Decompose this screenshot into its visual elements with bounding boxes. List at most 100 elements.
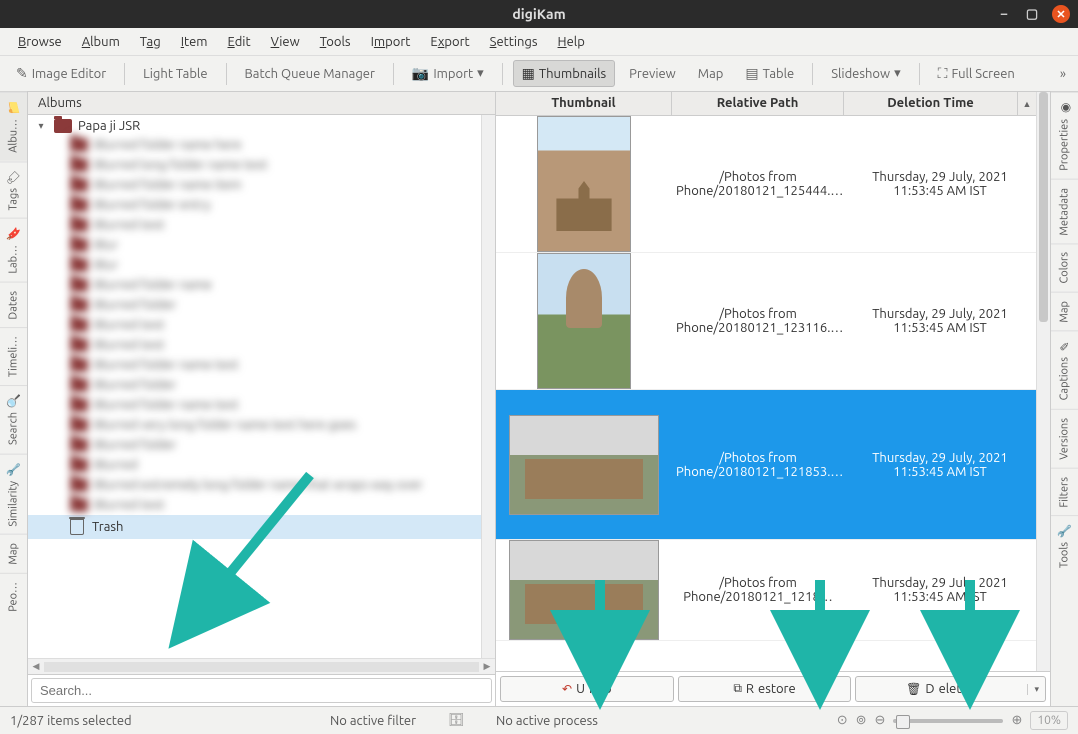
zoom-slider[interactable] <box>893 719 1003 723</box>
album-child[interactable]: Blurred extremely long folder name that … <box>28 475 481 495</box>
album-child[interactable]: Blurred folder name <box>28 275 481 295</box>
album-root[interactable]: ▾ Papa ji JSR <box>28 117 481 135</box>
restore-button[interactable]: ⧉Restore <box>678 676 852 702</box>
tab-dates[interactable]: Dates <box>0 282 27 328</box>
tool-light-table[interactable]: Light Table <box>135 63 215 85</box>
table-row[interactable]: /Photos from Phone/20180121_121853.… Thu… <box>496 390 1036 540</box>
menu-browse[interactable]: Browse <box>10 31 70 53</box>
menu-album[interactable]: Album <box>74 31 128 53</box>
properties-icon: ◉ <box>1057 103 1071 113</box>
album-child[interactable]: Blurred <box>28 455 481 475</box>
tab-versions[interactable]: Versions <box>1051 409 1078 468</box>
col-time[interactable]: Deletion Time <box>844 92 1018 115</box>
albums-panel: Albums ▾ Papa ji JSR Blurred folder name… <box>28 92 496 706</box>
tool-batch-queue[interactable]: Batch Queue Manager <box>237 63 383 85</box>
left-sidebar-tabs: Albu…📁 Tags🏷 Lab…🔖 Dates Timeli… Search🔍… <box>0 92 28 706</box>
statusbar: 1/287 items selected No active filter 🗄 … <box>0 706 1078 734</box>
maximize-button[interactable]: ▢ <box>1024 6 1040 22</box>
album-child[interactable]: Blurred folder name item <box>28 175 481 195</box>
menu-view[interactable]: View <box>263 31 308 53</box>
tool-slideshow[interactable]: Slideshow ▾ <box>823 62 908 85</box>
minimize-button[interactable]: – <box>996 6 1012 22</box>
tab-similarity[interactable]: Similarity🔧 <box>0 454 27 535</box>
album-child[interactable]: Blurred text <box>28 495 481 515</box>
delete-button[interactable]: 🗑Delete... <box>855 676 1046 702</box>
album-child[interactable]: Blurred long folder name text <box>28 155 481 175</box>
menu-tag[interactable]: Tag <box>132 31 169 53</box>
album-search-input[interactable] <box>31 678 492 703</box>
tab-properties[interactable]: Properties◉ <box>1051 92 1078 179</box>
tab-colors[interactable]: Colors <box>1051 243 1078 291</box>
zoom-out-icon[interactable]: ⊖ <box>875 713 886 728</box>
album-child[interactable]: Blurred folder <box>28 375 481 395</box>
albums-v-scrollbar[interactable] <box>481 115 495 658</box>
tool-thumbnails[interactable]: ▦Thumbnails <box>513 60 615 87</box>
album-child[interactable]: Blurred folder <box>28 435 481 455</box>
menu-item[interactable]: Item <box>173 31 216 53</box>
album-trash[interactable]: Trash <box>28 515 481 539</box>
table-row[interactable]: /Photos from Phone/20180121_1218… Thursd… <box>496 540 1036 641</box>
tool-table[interactable]: ▤Table <box>737 61 802 86</box>
zoom-percent[interactable]: 10% <box>1030 711 1068 730</box>
table-row[interactable]: /Photos from Phone/20180121_125444.… Thu… <box>496 116 1036 253</box>
zoom-in-icon[interactable]: ⊕ <box>1011 713 1022 728</box>
fullscreen-icon: ⛶ <box>938 65 948 82</box>
album-child[interactable]: Blur <box>28 255 481 275</box>
undo-button[interactable]: ↶Undo <box>500 676 674 702</box>
table-v-scrollbar[interactable] <box>1036 92 1050 671</box>
album-child[interactable]: Blurred very long folder name text here … <box>28 415 481 435</box>
tab-labels[interactable]: Lab…🔖 <box>0 218 27 282</box>
album-child[interactable]: Blurred folder name text <box>28 355 481 375</box>
menu-export[interactable]: Export <box>422 31 477 53</box>
col-thumbnail[interactable]: Thumbnail <box>496 92 672 115</box>
album-child[interactable]: Blurred folder entry <box>28 195 481 215</box>
toolbar-overflow[interactable]: » <box>1056 63 1070 85</box>
table-row[interactable]: /Photos from Phone/20180121_123116.… Thu… <box>496 253 1036 390</box>
tab-search[interactable]: Search🔍 <box>0 385 27 453</box>
restore-icon: ⧉ <box>733 682 742 696</box>
tab-map-right[interactable]: Map <box>1051 292 1078 331</box>
tab-tools[interactable]: Tools🔧 <box>1051 515 1078 576</box>
menu-import[interactable]: Import <box>363 31 419 53</box>
grid-icon: ▦ <box>522 65 535 82</box>
close-button[interactable]: ✕ <box>1052 5 1070 23</box>
tab-filters[interactable]: Filters <box>1051 468 1078 516</box>
album-child[interactable]: Blurred text <box>28 315 481 335</box>
album-child[interactable]: Blurred folder name text <box>28 395 481 415</box>
tab-tags[interactable]: Tags🏷 <box>0 161 27 218</box>
menu-tools[interactable]: Tools <box>312 31 359 53</box>
tab-map-left[interactable]: Map <box>0 534 27 573</box>
album-child[interactable]: Blurred text <box>28 215 481 235</box>
album-child[interactable]: Blurred text <box>28 335 481 355</box>
wrench-icon: 🔧 <box>1057 524 1071 539</box>
albums-h-scrollbar[interactable]: ◀ ▶ <box>28 658 495 674</box>
cell-path: /Photos from Phone/20180121_125444.… <box>672 170 844 198</box>
album-child[interactable]: Blur <box>28 235 481 255</box>
db-icon[interactable]: 🗄 <box>448 713 465 727</box>
thumbnail-image <box>509 415 659 515</box>
zoom-100-icon[interactable]: ⊚ <box>856 713 867 728</box>
album-child[interactable]: Blurred folder name here <box>28 135 481 155</box>
col-path[interactable]: Relative Path <box>672 92 844 115</box>
tab-captions[interactable]: Captions✎ <box>1051 330 1078 408</box>
tool-fullscreen[interactable]: ⛶Full Screen <box>930 61 1023 86</box>
cell-path: /Photos from Phone/20180121_1218… <box>672 576 844 604</box>
album-child[interactable]: Blurred folder <box>28 295 481 315</box>
tab-people[interactable]: Peo… <box>0 573 27 620</box>
tool-image-editor[interactable]: ✎Image Editor <box>8 61 114 86</box>
menu-edit[interactable]: Edit <box>220 31 259 53</box>
expand-icon[interactable]: ▾ <box>34 120 48 132</box>
tab-timeline[interactable]: Timeli… <box>0 327 27 385</box>
tool-import[interactable]: 📷Import ▾ <box>404 61 492 86</box>
menu-help[interactable]: Help <box>550 31 593 53</box>
status-filter: No active filter <box>330 714 416 728</box>
tool-preview[interactable]: Preview <box>621 63 684 85</box>
menu-settings[interactable]: Settings <box>482 31 546 53</box>
pencil-icon: ✎ <box>16 65 28 82</box>
tool-map[interactable]: Map <box>690 63 732 85</box>
tab-metadata[interactable]: Metadata <box>1051 179 1078 244</box>
zoom-fit-icon[interactable]: ⊙ <box>837 713 848 728</box>
tab-albums[interactable]: Albu…📁 <box>0 92 27 161</box>
sort-indicator[interactable]: ▲ <box>1018 92 1036 115</box>
right-sidebar-tabs: Properties◉ Metadata Colors Map Captions… <box>1050 92 1078 706</box>
